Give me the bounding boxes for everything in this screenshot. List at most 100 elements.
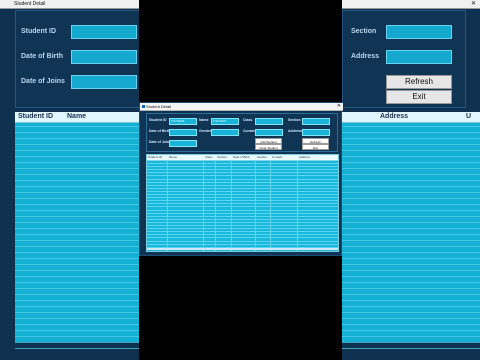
table-row[interactable] <box>147 218 338 220</box>
background-grid-row <box>342 264 480 265</box>
table-row[interactable] <box>147 206 338 208</box>
close-icon[interactable]: ✕ <box>337 103 341 110</box>
background-grid-header-left: Student ID Name <box>15 112 139 123</box>
window-titlebar: Student Detail ✕ <box>140 103 343 111</box>
background-col-u: U <box>466 113 472 120</box>
background-grid-row <box>15 276 139 277</box>
background-grid-row <box>342 288 480 289</box>
table-row[interactable] <box>147 184 338 186</box>
table-row[interactable] <box>147 190 338 192</box>
background-grid-row <box>342 306 480 307</box>
table-row[interactable] <box>147 175 338 177</box>
exit-button[interactable]: Exit <box>302 144 329 150</box>
table-row[interactable] <box>147 212 338 214</box>
student-id-value: 7/17/2023 <box>171 119 185 123</box>
contact-field[interactable] <box>255 129 283 136</box>
section-field[interactable] <box>302 118 330 125</box>
background-grid-left <box>15 112 139 342</box>
background-grid-row <box>15 294 139 295</box>
table-row[interactable] <box>147 203 338 205</box>
background-grid-row <box>15 240 139 241</box>
table-row[interactable] <box>147 169 338 171</box>
table-row[interactable] <box>147 163 338 164</box>
background-grid-row <box>342 246 480 247</box>
background-grid-row <box>342 234 480 235</box>
address-field[interactable] <box>302 129 330 136</box>
table-row[interactable] <box>147 221 338 223</box>
table-row[interactable] <box>147 240 338 242</box>
background-grid-row <box>342 294 480 295</box>
col-student-id[interactable]: Student ID <box>148 155 162 160</box>
table-row[interactable] <box>147 187 338 189</box>
table-row[interactable] <box>147 234 338 236</box>
label-gender: Gender <box>199 129 212 133</box>
col-gender[interactable]: Gender <box>257 155 267 160</box>
background-grid-row <box>15 162 139 163</box>
label-address: Address <box>288 129 303 133</box>
gender-field[interactable] <box>211 129 239 136</box>
table-row[interactable] <box>147 225 338 226</box>
background-input-student-id <box>71 25 137 39</box>
date-of-birth-field[interactable] <box>169 129 197 136</box>
date-of-joins-field[interactable] <box>169 140 197 147</box>
student-table[interactable]: Student ID Name Class Section Date of Bi… <box>146 154 339 252</box>
table-row[interactable] <box>147 197 338 199</box>
col-section[interactable]: Section <box>217 155 227 160</box>
name-field[interactable]: 7/11/2023 <box>211 118 239 125</box>
background-grid-row <box>342 210 480 211</box>
background-grid-row <box>15 342 139 343</box>
background-grid-row <box>15 138 139 139</box>
background-grid-row <box>342 204 480 205</box>
background-window-left: Student Detail Student ID Date of Birth … <box>0 0 139 360</box>
window-title: Student Detail <box>146 104 172 109</box>
student-id-field[interactable]: 7/17/2023 <box>169 118 197 125</box>
background-col-address: Address <box>380 113 409 120</box>
label-name: Name <box>199 118 209 122</box>
background-grid-row <box>342 252 480 253</box>
background-grid-row <box>15 204 139 205</box>
background-grid-row <box>342 336 480 337</box>
student-detail-window: Student Detail ✕ Student ID Date of Birt… <box>139 102 343 256</box>
table-row[interactable] <box>147 237 338 239</box>
background-grid-row <box>15 186 139 187</box>
background-grid-row <box>342 330 480 331</box>
background-col-student-id: Student ID <box>18 113 53 120</box>
background-grid-row <box>342 282 480 283</box>
background-grid-row <box>342 258 480 259</box>
background-grid-row <box>342 144 480 145</box>
background-grid-row <box>15 192 139 193</box>
background-input-dob <box>71 50 137 64</box>
table-row[interactable] <box>147 194 338 195</box>
table-row[interactable] <box>147 215 338 217</box>
background-grid-row <box>342 150 480 151</box>
background-titlebar-left: Student Detail <box>0 0 139 9</box>
table-row[interactable] <box>147 181 338 183</box>
label-student-id: Student ID <box>149 118 167 122</box>
col-contact[interactable]: Contact <box>272 155 282 160</box>
background-grid-row <box>15 312 139 313</box>
col-date-of-birth[interactable]: Date of Birth <box>233 155 250 160</box>
col-name[interactable]: Name <box>169 155 177 160</box>
class-field[interactable] <box>255 118 283 125</box>
table-row[interactable] <box>147 178 338 180</box>
background-grid-row <box>15 300 139 301</box>
background-grid-row <box>15 264 139 265</box>
table-row[interactable] <box>147 243 338 245</box>
table-row[interactable] <box>147 209 338 211</box>
app-icon <box>142 105 145 108</box>
background-grid-row <box>342 318 480 319</box>
clear-student-button[interactable]: Clear Student <box>255 144 282 150</box>
background-label-dob: Date of Birth <box>21 53 63 60</box>
background-label-doj: Date of Joins <box>21 78 65 85</box>
background-grid-row <box>15 234 139 235</box>
table-row[interactable] <box>147 200 338 202</box>
table-row[interactable] <box>147 246 338 248</box>
table-row[interactable] <box>147 166 338 168</box>
background-grid-row <box>342 174 480 175</box>
table-row[interactable] <box>147 231 338 233</box>
background-input-doj <box>71 75 137 89</box>
col-address[interactable]: Address <box>299 155 310 160</box>
table-row[interactable] <box>147 228 338 230</box>
col-class[interactable]: Class <box>205 155 213 160</box>
table-row[interactable] <box>147 172 338 174</box>
